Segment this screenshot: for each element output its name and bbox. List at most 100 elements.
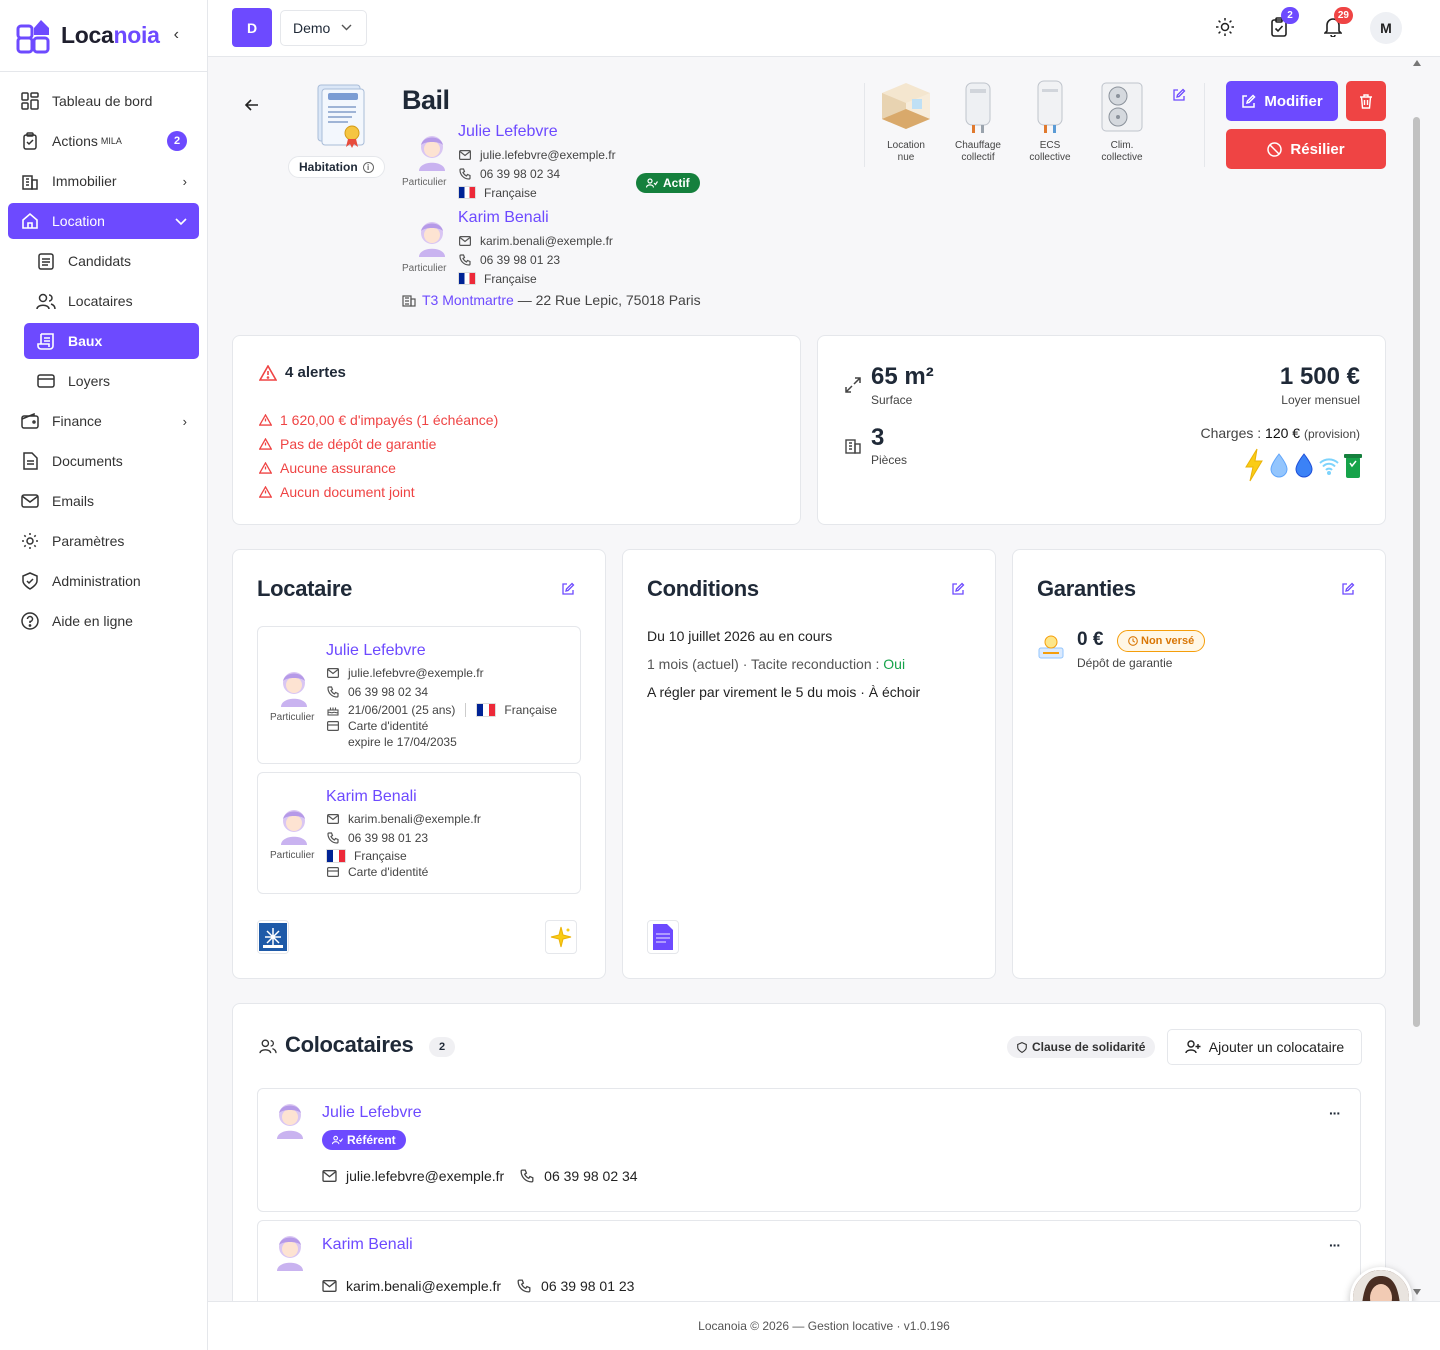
lease-type-label: Habitation bbox=[299, 160, 358, 174]
colocataire-phone[interactable]: 06 39 98 02 34 bbox=[544, 1168, 637, 1184]
logo[interactable]: Locanoia ‹ bbox=[0, 0, 207, 72]
edit-garanties-icon[interactable] bbox=[1341, 582, 1355, 596]
sidebar-item-locataires[interactable]: Locataires bbox=[24, 283, 199, 319]
sidebar-item-actions[interactable]: Actions MILA 2 bbox=[8, 123, 199, 159]
tenant-kind-label: Particulier bbox=[402, 177, 447, 188]
sidebar-item-administration[interactable]: Administration bbox=[8, 563, 199, 599]
feature-label-line1: Clim. bbox=[1110, 140, 1134, 151]
tenant-email[interactable]: karim.benali@exemple.fr bbox=[480, 234, 613, 248]
sidebar-item-loyers[interactable]: Loyers bbox=[24, 363, 199, 399]
person-phone[interactable]: 06 39 98 02 34 bbox=[348, 685, 428, 699]
colocataire-row[interactable]: Karim Benali karim.benali@exemple.fr 06 … bbox=[257, 1220, 1361, 1301]
colocataire-phone[interactable]: 06 39 98 01 23 bbox=[541, 1278, 634, 1294]
modify-button-label: Modifier bbox=[1264, 92, 1323, 110]
boiler-icon bbox=[965, 82, 991, 133]
sparkle-tile[interactable] bbox=[545, 920, 577, 954]
arrow-left-icon bbox=[244, 99, 258, 111]
rent-label: Loyer mensuel bbox=[1281, 393, 1360, 407]
ban-icon bbox=[1267, 141, 1283, 157]
locataire-person-1[interactable]: Particulier Julie Lefebvre julie.lefebvr… bbox=[257, 626, 581, 764]
person-phone[interactable]: 06 39 98 01 23 bbox=[348, 831, 428, 845]
collapse-sidebar-icon[interactable]: ‹ bbox=[174, 26, 179, 44]
person-name[interactable]: Julie Lefebvre bbox=[326, 642, 426, 660]
tenant-phone[interactable]: 06 39 98 01 23 bbox=[480, 253, 560, 267]
person-avatar-icon bbox=[281, 810, 307, 845]
deposit-label: Dépôt de garantie bbox=[1077, 656, 1173, 670]
user-avatar[interactable]: M bbox=[1370, 12, 1402, 44]
mail-icon bbox=[322, 1170, 337, 1182]
mail-icon bbox=[458, 148, 472, 162]
person-email[interactable]: karim.benali@exemple.fr bbox=[348, 812, 481, 826]
org-select[interactable]: Demo bbox=[280, 10, 367, 46]
person-avatar-icon bbox=[281, 672, 307, 707]
lease-document-illustration-icon bbox=[317, 84, 365, 148]
edit-conditions-icon[interactable] bbox=[951, 582, 965, 596]
scroll-down-arrow[interactable] bbox=[1413, 1289, 1421, 1295]
notifications-button[interactable]: 29 bbox=[1322, 7, 1353, 38]
row-menu-icon[interactable]: ··· bbox=[1329, 1105, 1341, 1121]
tenant-nationality: Française bbox=[484, 271, 537, 286]
property-link[interactable]: T3 Montmartre bbox=[422, 292, 514, 308]
sidebar-item-location[interactable]: Location bbox=[8, 203, 199, 239]
building-icon bbox=[845, 439, 861, 454]
scrollbar-thumb[interactable] bbox=[1413, 117, 1420, 1027]
sidebar-item-baux[interactable]: Baux bbox=[24, 323, 199, 359]
colocataire-name[interactable]: Karim Benali bbox=[322, 1236, 413, 1254]
tasks-button[interactable]: 2 bbox=[1268, 7, 1299, 38]
alerts-title-label: 4 alertes bbox=[285, 364, 346, 381]
theme-toggle-button[interactable] bbox=[1214, 16, 1236, 38]
conditions-duration-label: 1 mois (actuel) · Tacite reconduction : bbox=[647, 656, 880, 672]
sidebar-item-documents[interactable]: Documents bbox=[8, 443, 199, 479]
org-select-value: Demo bbox=[293, 20, 331, 36]
alerts-title: 4 alertes bbox=[259, 364, 346, 381]
tenant-name-link[interactable]: Julie Lefebvre bbox=[458, 123, 558, 141]
lease-document-tile[interactable] bbox=[647, 920, 679, 954]
mail-icon bbox=[326, 666, 340, 680]
edit-features-icon[interactable] bbox=[1172, 88, 1186, 102]
sidebar-item-emails[interactable]: Emails bbox=[8, 483, 199, 519]
sidebar-item-immobilier[interactable]: Immobilier › bbox=[8, 163, 199, 199]
sidebar-item-label: Documents bbox=[52, 453, 123, 469]
tenant-phone[interactable]: 06 39 98 02 34 bbox=[480, 167, 560, 181]
sidebar-item-label: Loyers bbox=[68, 373, 111, 389]
person-avatar-icon bbox=[419, 222, 445, 257]
building-icon bbox=[402, 295, 416, 307]
sidebar-item-aide[interactable]: Aide en ligne bbox=[8, 603, 199, 639]
sidebar-item-dashboard[interactable]: Tableau de bord bbox=[8, 83, 199, 119]
modify-button[interactable]: Modifier bbox=[1226, 81, 1338, 121]
colocataire-name[interactable]: Julie Lefebvre bbox=[322, 1104, 422, 1122]
deposit-status-label: Non versé bbox=[1141, 635, 1195, 647]
delete-button[interactable] bbox=[1346, 81, 1386, 121]
colocataire-email[interactable]: julie.lefebvre@exemple.fr bbox=[346, 1168, 504, 1184]
mail-icon bbox=[20, 491, 40, 511]
edit-locataire-icon[interactable] bbox=[561, 582, 575, 596]
mail-icon bbox=[326, 812, 340, 826]
feature-label-line1: Location bbox=[887, 140, 925, 151]
person-email[interactable]: julie.lefebvre@exemple.fr bbox=[348, 666, 484, 680]
add-colocataire-button[interactable]: Ajouter un colocataire bbox=[1167, 1029, 1362, 1065]
tenant-name-link[interactable]: Karim Benali bbox=[458, 209, 549, 227]
info-icon[interactable]: i bbox=[362, 161, 374, 173]
locataire-card-title: Locataire bbox=[257, 576, 353, 601]
sidebar-item-candidats[interactable]: Candidats bbox=[24, 243, 199, 279]
surface-value: 65 m² bbox=[871, 363, 934, 390]
locataire-person-2[interactable]: Particulier Karim Benali karim.benali@ex… bbox=[257, 772, 581, 894]
phone-icon bbox=[326, 685, 340, 699]
row-menu-icon[interactable]: ··· bbox=[1329, 1237, 1341, 1253]
sidebar-item-parametres[interactable]: Paramètres bbox=[8, 523, 199, 559]
caf-logo-tile[interactable] bbox=[257, 920, 289, 954]
sidebar-item-finance[interactable]: Finance › bbox=[8, 403, 199, 439]
footer: Locanoia © 2026 — Gestion locative · v1.… bbox=[208, 1301, 1440, 1350]
colocataire-row[interactable]: Julie Lefebvre Référent julie.lefebvre@e… bbox=[257, 1088, 1361, 1212]
org-avatar-button[interactable]: D bbox=[232, 8, 272, 47]
user-check-icon bbox=[332, 1135, 343, 1145]
sidebar: Locanoia ‹ Tableau de bord Actions MILA 2… bbox=[0, 0, 208, 1350]
charges-value: 120 € bbox=[1265, 425, 1301, 441]
scroll-up-arrow[interactable] bbox=[1413, 60, 1421, 66]
tenant-email[interactable]: julie.lefebvre@exemple.fr bbox=[480, 148, 616, 162]
page-title: Bail bbox=[402, 85, 450, 115]
back-button[interactable] bbox=[244, 97, 260, 113]
person-name[interactable]: Karim Benali bbox=[326, 788, 417, 806]
terminate-button[interactable]: Résilier bbox=[1226, 129, 1386, 169]
colocataire-email[interactable]: karim.benali@exemple.fr bbox=[346, 1278, 501, 1294]
